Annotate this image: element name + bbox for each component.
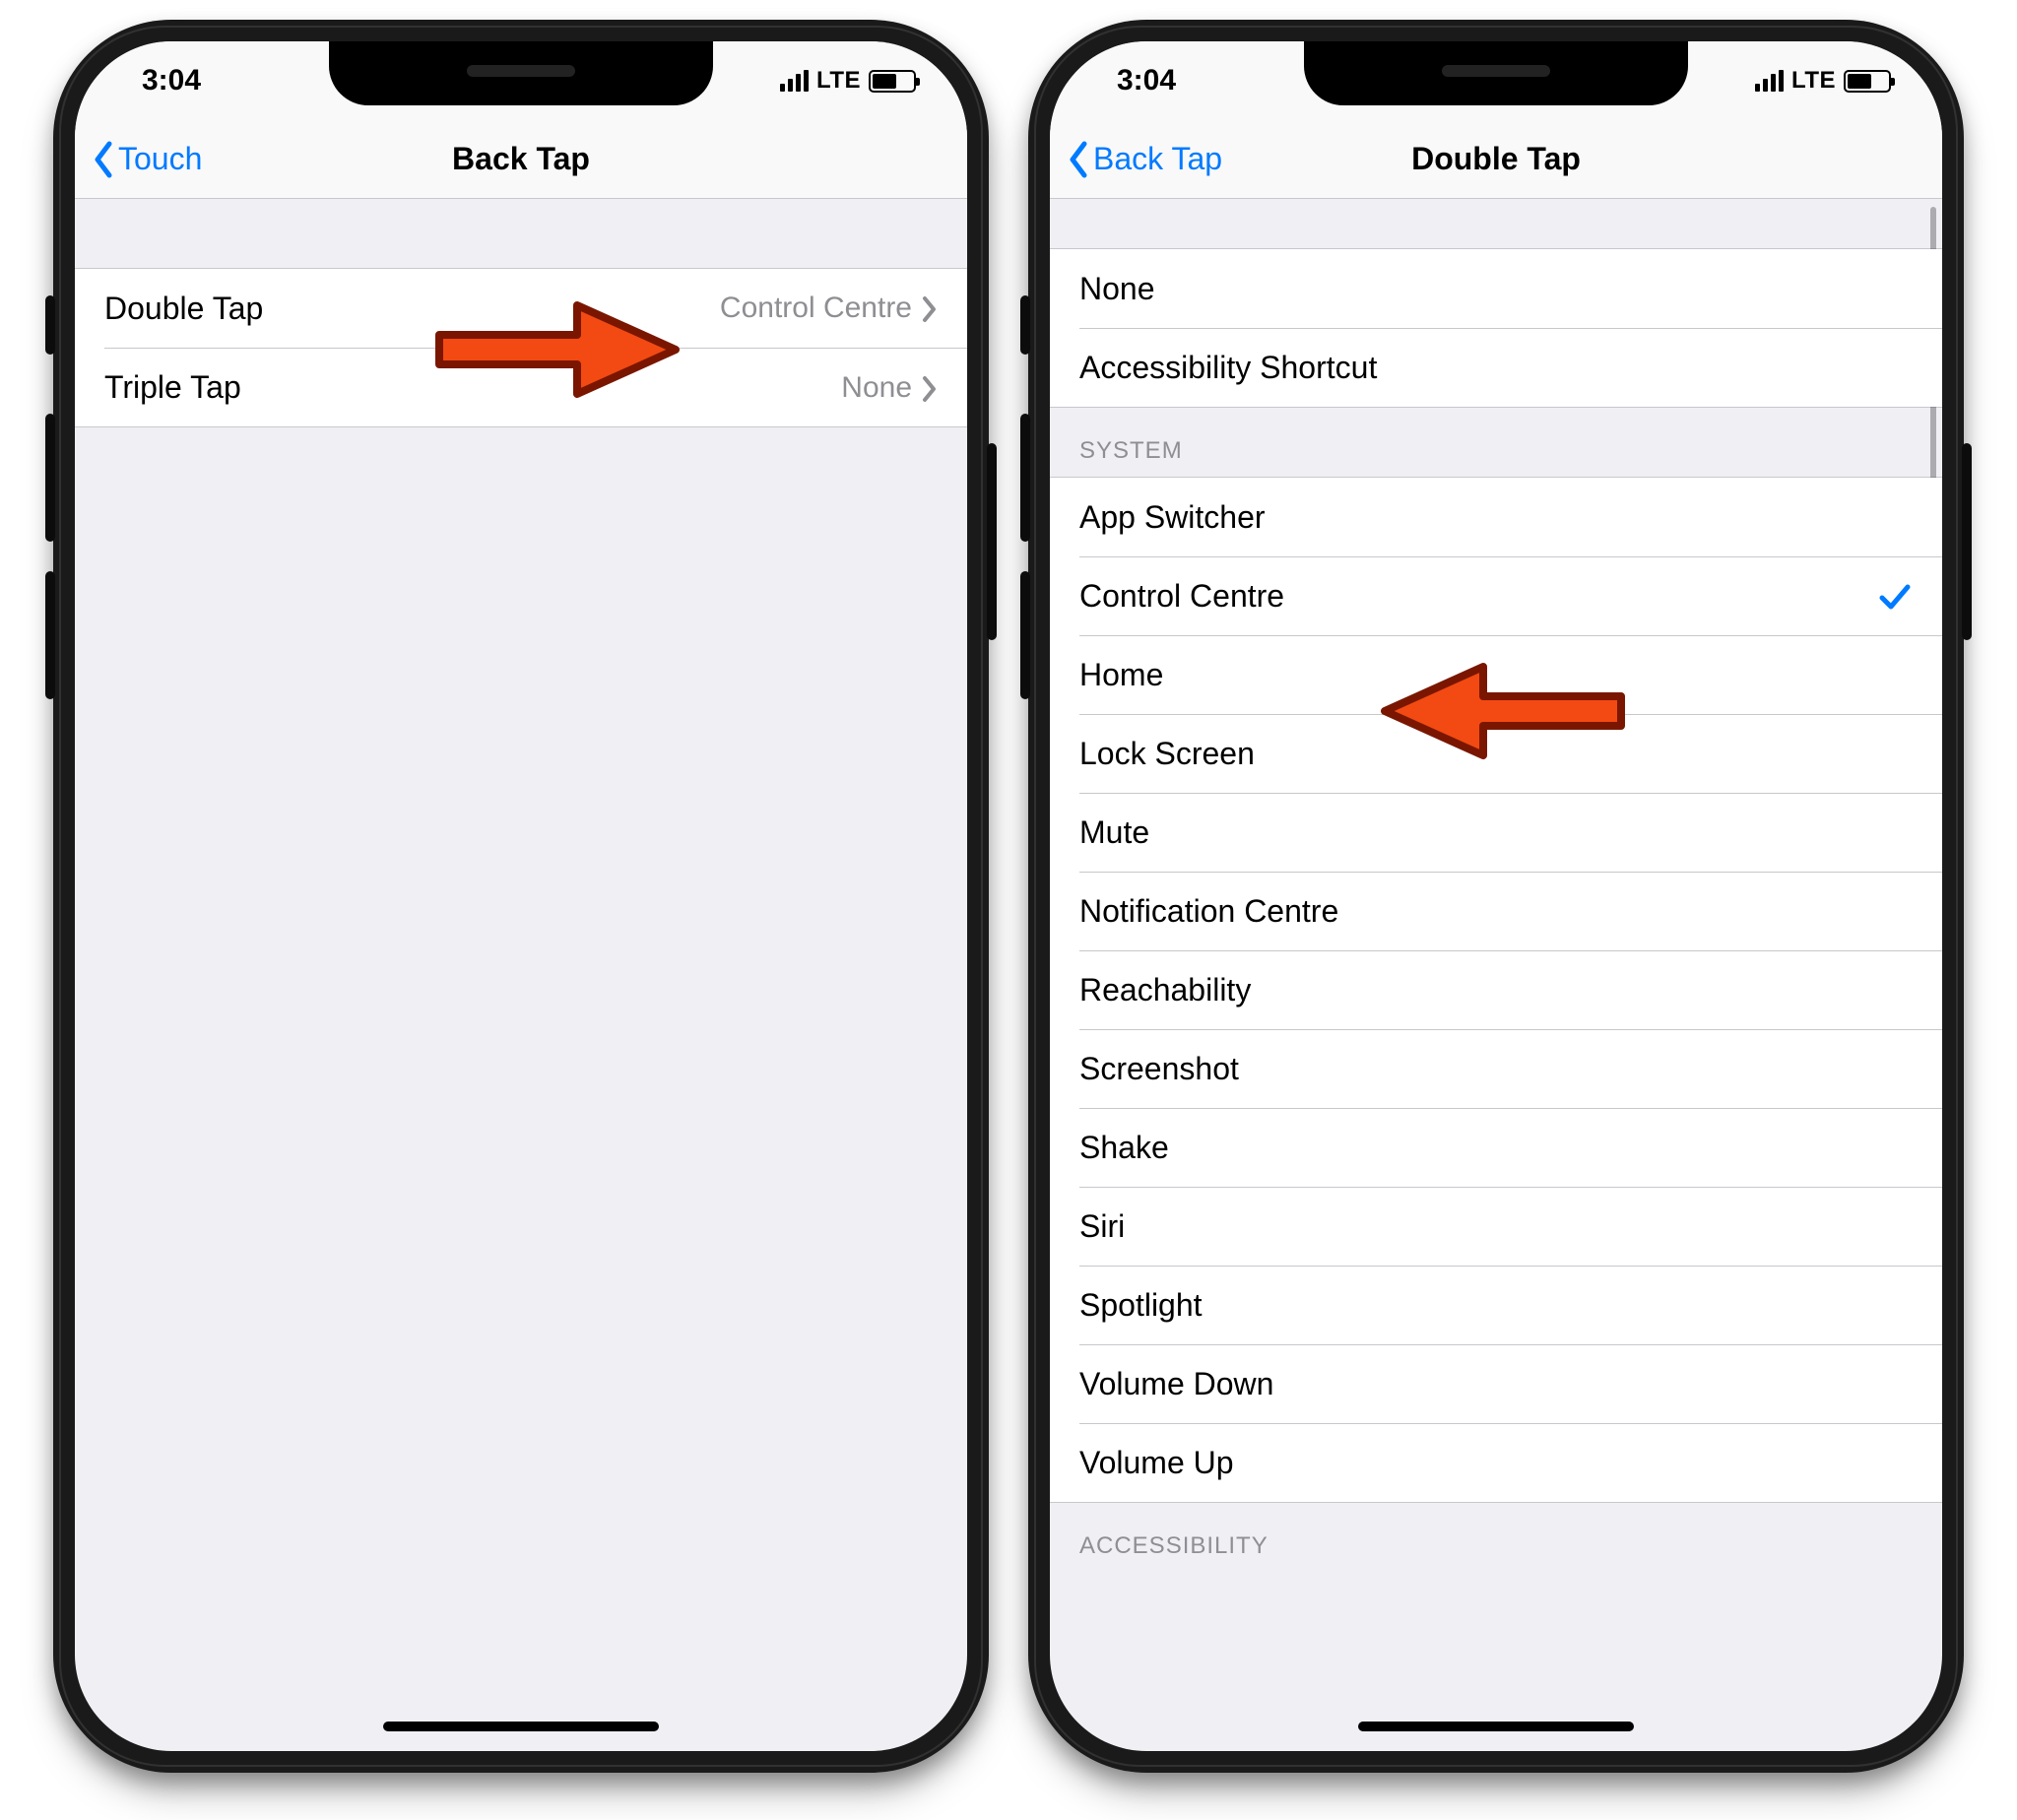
row-label: Triple Tap — [104, 369, 841, 406]
row-label: Shake — [1079, 1130, 1913, 1166]
side-button — [987, 443, 997, 640]
back-label: Back Tap — [1093, 141, 1222, 177]
row-label: Double Tap — [104, 291, 720, 327]
settings-group: Double Tap Control Centre Triple Tap Non… — [75, 268, 967, 427]
row-lock-screen[interactable]: Lock Screen — [1079, 714, 1942, 793]
screen: 3:04 LTE Back Tap Double Tap N — [1050, 41, 1942, 1751]
battery-icon — [869, 70, 916, 93]
nav-bar: Back Tap Double Tap — [1050, 120, 1942, 199]
row-shake[interactable]: Shake — [1079, 1108, 1942, 1187]
phone-mockup-left: 3:04 LTE Touch Back Tap Double Tap — [53, 20, 989, 1773]
row-volume-up[interactable]: Volume Up — [1079, 1423, 1942, 1502]
row-label: App Switcher — [1079, 499, 1913, 536]
status-time: 3:04 — [122, 64, 201, 98]
row-volume-down[interactable]: Volume Down — [1079, 1344, 1942, 1423]
side-button — [1962, 443, 1972, 640]
chevron-right-icon — [922, 294, 938, 322]
row-none[interactable]: None — [1050, 249, 1942, 328]
row-label: Reachability — [1079, 972, 1913, 1008]
row-spotlight[interactable]: Spotlight — [1079, 1266, 1942, 1344]
section-header-system: SYSTEM — [1050, 408, 1942, 477]
side-button — [45, 295, 55, 355]
screen: 3:04 LTE Touch Back Tap Double Tap — [75, 41, 967, 1751]
chevron-right-icon — [922, 374, 938, 402]
notch — [1304, 41, 1688, 105]
home-indicator[interactable] — [383, 1722, 659, 1731]
row-label: Volume Up — [1079, 1445, 1913, 1481]
back-label: Touch — [118, 141, 202, 177]
row-label: Lock Screen — [1079, 736, 1913, 772]
row-accessibility-shortcut[interactable]: Accessibility Shortcut — [1079, 328, 1942, 407]
page-title: Back Tap — [452, 141, 590, 177]
row-triple-tap[interactable]: Triple Tap None — [104, 348, 967, 426]
settings-group-system: App Switcher Control Centre Home Lock Sc… — [1050, 477, 1942, 1503]
nav-bar: Touch Back Tap — [75, 120, 967, 199]
checkmark-icon — [1877, 579, 1913, 615]
side-button — [45, 571, 55, 699]
row-label: Notification Centre — [1079, 893, 1913, 930]
back-button[interactable]: Back Tap — [1068, 141, 1222, 178]
chevron-left-icon — [93, 141, 114, 178]
settings-group-top: None Accessibility Shortcut — [1050, 248, 1942, 408]
row-label: Spotlight — [1079, 1287, 1913, 1324]
row-control-centre[interactable]: Control Centre — [1079, 556, 1942, 635]
row-mute[interactable]: Mute — [1079, 793, 1942, 872]
side-button — [45, 414, 55, 542]
content-area: Double Tap Control Centre Triple Tap Non… — [75, 199, 967, 1751]
row-double-tap[interactable]: Double Tap Control Centre — [75, 269, 967, 348]
network-label: LTE — [816, 67, 861, 95]
content-area: None Accessibility Shortcut SYSTEM App S… — [1050, 199, 1942, 1751]
row-label: Siri — [1079, 1208, 1913, 1245]
row-label: None — [1079, 271, 1913, 307]
battery-icon — [1844, 70, 1891, 93]
row-home[interactable]: Home — [1079, 635, 1942, 714]
side-button — [1020, 571, 1030, 699]
status-time: 3:04 — [1097, 64, 1176, 98]
row-label: Screenshot — [1079, 1051, 1913, 1087]
chevron-left-icon — [1068, 141, 1089, 178]
row-value: None — [841, 371, 912, 405]
row-reachability[interactable]: Reachability — [1079, 950, 1942, 1029]
phone-mockup-right: 3:04 LTE Back Tap Double Tap N — [1028, 20, 1964, 1773]
row-label: Volume Down — [1079, 1366, 1913, 1402]
home-indicator[interactable] — [1358, 1722, 1634, 1731]
signal-icon — [1755, 70, 1784, 92]
status-right: LTE — [1755, 67, 1895, 95]
row-notification-centre[interactable]: Notification Centre — [1079, 872, 1942, 950]
side-button — [1020, 414, 1030, 542]
row-value: Control Centre — [720, 292, 912, 325]
notch — [329, 41, 713, 105]
side-button — [1020, 295, 1030, 355]
row-label: Mute — [1079, 814, 1913, 851]
section-header-accessibility: ACCESSIBILITY — [1050, 1503, 1942, 1572]
row-label: Home — [1079, 657, 1913, 693]
signal-icon — [780, 70, 809, 92]
page-title: Double Tap — [1411, 141, 1581, 177]
row-label: Accessibility Shortcut — [1079, 350, 1913, 386]
row-siri[interactable]: Siri — [1079, 1187, 1942, 1266]
status-right: LTE — [780, 67, 920, 95]
row-label: Control Centre — [1079, 578, 1877, 615]
row-screenshot[interactable]: Screenshot — [1079, 1029, 1942, 1108]
network-label: LTE — [1791, 67, 1836, 95]
back-button[interactable]: Touch — [93, 141, 202, 178]
row-app-switcher[interactable]: App Switcher — [1050, 478, 1942, 556]
